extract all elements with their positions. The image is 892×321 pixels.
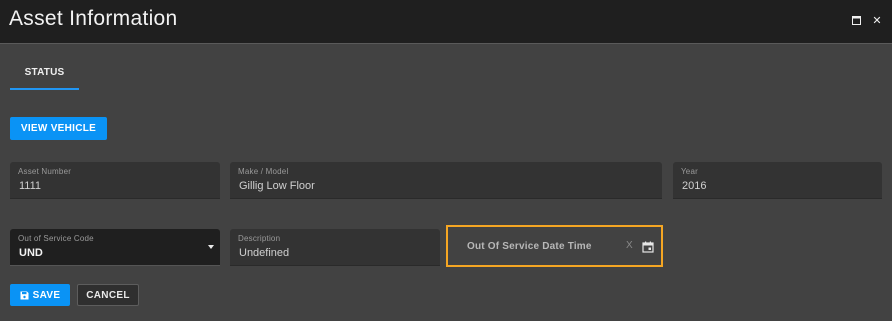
- asset-number-label: Asset Number: [18, 167, 72, 176]
- asset-number-value: 1111: [19, 180, 42, 192]
- description-label: Description: [238, 234, 281, 243]
- save-label: SAVE: [32, 289, 61, 301]
- window-maximize-icon[interactable]: [848, 12, 864, 28]
- clear-date-button[interactable]: X: [626, 240, 633, 251]
- calendar-icon[interactable]: [642, 240, 654, 253]
- out-of-service-code-select[interactable]: Out of Service Code UND: [10, 229, 220, 266]
- cancel-button[interactable]: CANCEL: [77, 284, 139, 306]
- make-model-value: Gillig Low Floor: [239, 180, 315, 192]
- caret-down-icon[interactable]: [208, 245, 214, 249]
- description-value: Undefined: [239, 247, 290, 259]
- window-title: Asset Information: [9, 7, 178, 30]
- year-value: 2016: [682, 180, 707, 192]
- year-label: Year: [681, 167, 698, 176]
- view-vehicle-button[interactable]: VIEW VEHICLE: [10, 117, 107, 140]
- year-field[interactable]: Year 2016: [673, 162, 882, 199]
- close-glyph: ✕: [872, 14, 882, 27]
- make-model-field[interactable]: Make / Model Gillig Low Floor: [230, 162, 662, 199]
- floppy-disk-icon: [20, 291, 29, 300]
- description-field[interactable]: Description Undefined: [230, 229, 440, 266]
- save-button[interactable]: SAVE: [10, 284, 70, 306]
- out-of-service-datetime-input[interactable]: Out Of Service Date Time X: [446, 225, 663, 267]
- window-titlebar: Asset Information ✕: [0, 0, 892, 44]
- close-icon[interactable]: ✕: [869, 12, 885, 28]
- out-of-service-datetime-placeholder[interactable]: Out Of Service Date Time: [467, 241, 592, 252]
- out-of-service-code-value: UND: [19, 247, 43, 259]
- make-model-label: Make / Model: [238, 167, 289, 176]
- out-of-service-code-label: Out of Service Code: [18, 234, 94, 243]
- tab-status[interactable]: STATUS: [10, 56, 79, 90]
- asset-number-field[interactable]: Asset Number 1111: [10, 162, 220, 199]
